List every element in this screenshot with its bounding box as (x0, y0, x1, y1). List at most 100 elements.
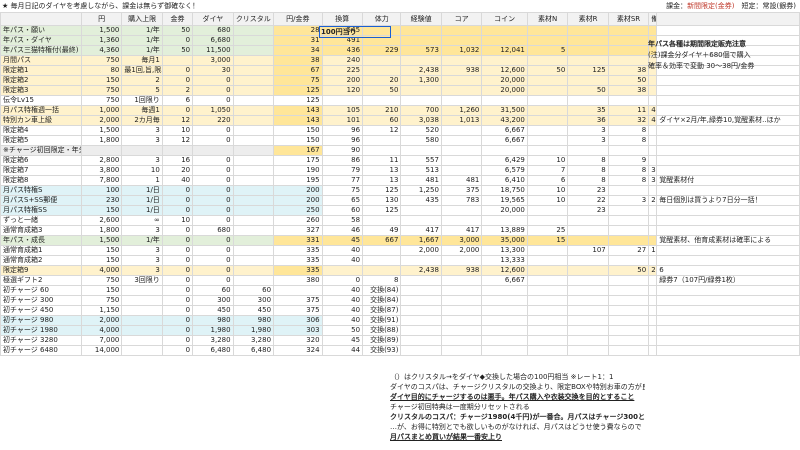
table-cell[interactable]: 1 (121, 175, 163, 186)
table-cell[interactable] (567, 35, 609, 46)
table-cell[interactable]: 229 (362, 45, 402, 56)
table-cell[interactable] (526, 205, 569, 216)
table-cell[interactable]: 50 (567, 85, 609, 96)
table-cell[interactable]: 6,410 (481, 175, 528, 186)
table-cell[interactable] (440, 345, 483, 356)
table-cell[interactable] (648, 255, 658, 266)
table-cell[interactable]: 3 (121, 245, 163, 256)
table-cell[interactable]: 限定箱7 (0, 165, 82, 176)
table-cell[interactable] (656, 165, 800, 176)
table-cell[interactable] (526, 145, 569, 156)
table-cell[interactable]: 13 (362, 175, 402, 186)
table-cell[interactable]: 3,800 (80, 165, 123, 176)
table-cell[interactable] (232, 205, 275, 216)
table-cell[interactable] (440, 315, 483, 326)
table-cell[interactable]: 38 (607, 65, 650, 76)
table-cell[interactable] (607, 95, 650, 106)
table-cell[interactable] (121, 285, 163, 296)
table-cell[interactable]: 20 (648, 265, 658, 276)
table-cell[interactable]: 58 (321, 215, 364, 226)
table-cell[interactable]: 5 (526, 45, 569, 56)
table-cell[interactable] (362, 255, 402, 266)
table-cell[interactable]: 2カ月毎 (121, 115, 163, 126)
table-cell[interactable]: 月パス特権S (0, 185, 82, 196)
table-cell[interactable] (526, 105, 569, 116)
table-cell[interactable]: 初チャージ 60 (0, 285, 82, 296)
table-cell[interactable]: 96 (321, 125, 364, 136)
table-cell[interactable]: 8 (607, 125, 650, 136)
table-cell[interactable]: 331 (273, 235, 323, 246)
table-cell[interactable]: 毎日個別は買うより7日分一括！ (656, 195, 800, 206)
table-cell[interactable]: 60 (192, 285, 234, 296)
table-cell[interactable]: 0 (161, 105, 194, 116)
table-cell[interactable] (526, 245, 569, 256)
table-cell[interactable] (526, 55, 569, 66)
table-cell[interactable]: 11 (607, 105, 650, 116)
table-cell[interactable]: 230 (80, 195, 123, 206)
table-cell[interactable]: 13,300 (481, 245, 528, 256)
table-cell[interactable] (656, 135, 800, 146)
table-cell[interactable]: 2,438 (400, 65, 442, 76)
table-cell[interactable]: 3 (121, 135, 163, 146)
table-cell[interactable] (607, 205, 650, 216)
table-cell[interactable]: 8 (607, 135, 650, 146)
column-header[interactable]: 金券 (161, 12, 194, 26)
table-cell[interactable] (161, 145, 194, 156)
table-cell[interactable]: 1,032 (440, 45, 483, 56)
table-cell[interactable]: 13,889 (481, 225, 528, 236)
table-cell[interactable]: 750 (80, 95, 123, 106)
table-cell[interactable] (481, 305, 528, 316)
table-cell[interactable] (440, 255, 483, 266)
table-cell[interactable]: 125 (362, 205, 402, 216)
table-cell[interactable]: 260 (273, 215, 323, 226)
table-cell[interactable]: 2,000 (440, 245, 483, 256)
table-cell[interactable] (121, 335, 163, 346)
table-cell[interactable]: 75 (321, 185, 364, 196)
table-cell[interactable] (526, 255, 569, 266)
table-cell[interactable]: 35 (567, 105, 609, 116)
table-cell[interactable]: 750 (80, 85, 123, 96)
table-cell[interactable] (648, 305, 658, 316)
table-cell[interactable] (567, 325, 609, 336)
table-cell[interactable]: 32 (607, 115, 650, 126)
table-cell[interactable]: 特別カン車上級 (0, 115, 82, 126)
table-cell[interactable]: 3,038 (400, 115, 442, 126)
table-cell[interactable]: 28 (273, 25, 323, 36)
table-cell[interactable] (440, 335, 483, 346)
table-cell[interactable]: 1,800 (80, 225, 123, 236)
table-cell[interactable]: 1,360 (80, 35, 123, 46)
table-cell[interactable] (648, 185, 658, 196)
table-cell[interactable]: 0 (161, 295, 194, 306)
table-cell[interactable]: 極選ギフト2 (0, 275, 82, 286)
table-cell[interactable]: 45 (321, 235, 364, 246)
table-cell[interactable]: 年パス・ダイヤ (0, 35, 82, 46)
table-cell[interactable] (400, 85, 442, 96)
column-header[interactable]: クリスタル (232, 12, 275, 26)
table-cell[interactable] (321, 265, 364, 276)
table-cell[interactable]: 6,579 (481, 165, 528, 176)
table-cell[interactable] (567, 215, 609, 226)
table-cell[interactable] (567, 275, 609, 286)
table-cell[interactable] (400, 295, 442, 306)
table-cell[interactable] (362, 95, 402, 106)
table-cell[interactable]: 23 (567, 185, 609, 196)
table-cell[interactable] (440, 305, 483, 316)
table-cell[interactable] (656, 255, 800, 266)
table-cell[interactable] (648, 125, 658, 136)
table-cell[interactable] (526, 85, 569, 96)
table-cell[interactable] (656, 25, 800, 36)
table-cell[interactable]: 481 (440, 175, 483, 186)
table-cell[interactable]: 最1回,旨,限5 (121, 65, 163, 76)
table-cell[interactable]: 0 (192, 75, 234, 86)
table-cell[interactable] (607, 185, 650, 196)
table-cell[interactable] (481, 295, 528, 306)
table-cell[interactable]: 2,600 (80, 215, 123, 226)
table-cell[interactable]: 交換(89) (362, 335, 402, 346)
table-cell[interactable]: 125 (362, 185, 402, 196)
table-cell[interactable]: 6,667 (481, 135, 528, 146)
table-cell[interactable]: 0 (161, 225, 194, 236)
table-cell[interactable]: 1,500 (80, 25, 123, 36)
table-cell[interactable] (232, 55, 275, 66)
table-cell[interactable]: 1/日 (121, 195, 163, 206)
table-cell[interactable]: 8 (607, 165, 650, 176)
